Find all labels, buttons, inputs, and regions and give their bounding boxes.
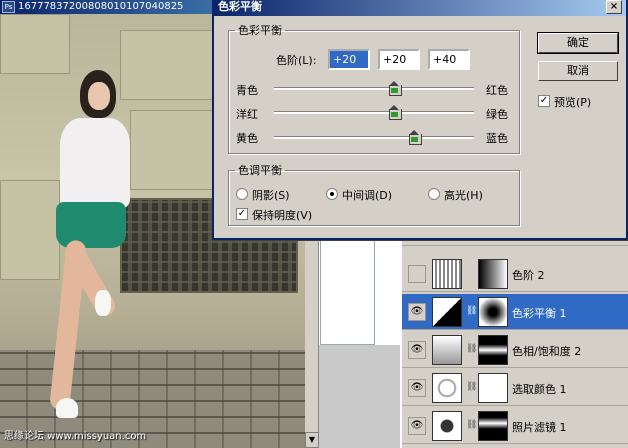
slider-left-label: 青色 (236, 84, 258, 97)
woman-shoe (95, 290, 111, 316)
group-label: 色调平衡 (238, 164, 282, 177)
hue-saturation-adjustment-icon (432, 335, 462, 365)
watermark-text: 思缘论坛 www.missyuan.com (4, 431, 147, 442)
levels-label: 色阶(L): (276, 54, 317, 67)
checkmark-icon[interactable]: ✓ (236, 208, 248, 220)
woman-face (88, 82, 110, 110)
dialog-titlebar[interactable]: 色彩平衡 × (214, 0, 626, 16)
wall-block (0, 180, 60, 280)
layer-mask-thumbnail (478, 259, 508, 289)
woman-shoe (56, 398, 78, 418)
scroll-down-arrow-icon[interactable]: ▼ (305, 432, 319, 448)
midtones-radio[interactable] (326, 188, 338, 200)
slider-handle[interactable] (388, 81, 402, 96)
level-magenta-green-input[interactable]: +20 (378, 49, 420, 70)
cancel-button[interactable]: 取消 (538, 61, 618, 81)
layer-name: 选取颜色 1 (512, 383, 567, 396)
preserve-luminosity-label[interactable]: 保持明度(V) (252, 207, 312, 223)
dialog-title: 色彩平衡 (218, 0, 262, 13)
highlights-radio[interactable] (428, 188, 440, 200)
color-balance-dialog: 色彩平衡 × 色彩平衡 色阶(L): +20 +20 +40 青色 红色 洋红 … (212, 0, 628, 240)
preview-label[interactable]: 预览(P) (554, 94, 591, 110)
secondary-canvas-gray (318, 345, 400, 448)
levels-adjustment-icon (432, 259, 462, 289)
document-titlebar[interactable]: Ps 16777837200808010107040825 (0, 0, 215, 14)
chain-link-icon: ⛓ (466, 306, 478, 316)
color-balance-adjustment-icon (432, 297, 462, 327)
slider-left-label: 黄色 (236, 132, 258, 145)
layer-visibility-toggle[interactable] (408, 265, 426, 283)
secondary-canvas-frame (320, 240, 375, 345)
layer-mask-thumbnail (478, 411, 508, 441)
level-cyan-red-input[interactable]: +20 (328, 49, 370, 70)
radio-label[interactable]: 高光(H) (444, 187, 483, 203)
shadows-radio[interactable] (236, 188, 248, 200)
layer-mask-thumbnail (478, 373, 508, 403)
layers-panel: 色阶 2 👁 ⛓ 色彩平衡 1 👁 ⛓ 色相/饱和度 2 👁 ⛓ 选取颜色 1 … (400, 212, 628, 448)
layer-name: 色相/饱和度 2 (512, 345, 582, 358)
slider-handle[interactable] (408, 130, 422, 145)
chain-link-icon: ⛓ (466, 420, 478, 430)
photo-filter-adjustment-icon (432, 411, 462, 441)
radio-label[interactable]: 中间调(D) (342, 187, 392, 203)
document-title: 16777837200808010107040825 (18, 1, 184, 12)
woman-skirt (56, 202, 126, 248)
ok-button[interactable]: 确定 (537, 32, 619, 54)
slider-left-label: 洋红 (236, 108, 258, 121)
layer-name: 色彩平衡 1 (512, 307, 567, 320)
eye-icon[interactable]: 👁 (408, 379, 426, 397)
slider-right-label: 红色 (486, 84, 508, 97)
layer-name: 色阶 2 (512, 269, 545, 282)
layer-row[interactable]: 👁 ⛓ 选取颜色 1 (402, 370, 628, 406)
vertical-scrollbar[interactable] (305, 240, 319, 448)
layer-row[interactable]: 👁 ⛓ 色相/饱和度 2 (402, 332, 628, 368)
checkmark-icon[interactable]: ✓ (538, 95, 550, 107)
layer-name: 照片滤镜 1 (512, 421, 567, 434)
wall-block (0, 14, 70, 74)
level-yellow-blue-input[interactable]: +40 (428, 49, 470, 70)
slider-right-label: 绿色 (486, 108, 508, 121)
woman-shirt (60, 118, 130, 208)
layer-mask-thumbnail (478, 297, 508, 327)
layer-mask-thumbnail (478, 335, 508, 365)
eye-icon[interactable]: 👁 (408, 303, 426, 321)
eye-icon[interactable]: 👁 (408, 417, 426, 435)
eye-icon[interactable]: 👁 (408, 341, 426, 359)
cyan-red-slider-track[interactable] (274, 87, 474, 90)
magenta-green-slider-track[interactable] (274, 111, 474, 114)
selective-color-adjustment-icon (432, 373, 462, 403)
radio-label[interactable]: 阴影(S) (252, 187, 290, 203)
chain-link-icon: ⛓ (466, 344, 478, 354)
slider-handle[interactable] (388, 105, 402, 120)
chain-link-icon: ⛓ (466, 382, 478, 392)
slider-right-label: 蓝色 (486, 132, 508, 145)
group-label: 色彩平衡 (238, 24, 282, 37)
photoshop-icon: Ps (2, 1, 15, 13)
layer-row-selected[interactable]: 👁 ⛓ 色彩平衡 1 (402, 294, 628, 330)
layer-row[interactable]: 色阶 2 (402, 256, 628, 292)
yellow-blue-slider-track[interactable] (274, 136, 474, 139)
layer-row[interactable]: 👁 ⛓ 照片滤镜 1 (402, 408, 628, 444)
close-icon[interactable]: × (606, 0, 622, 14)
